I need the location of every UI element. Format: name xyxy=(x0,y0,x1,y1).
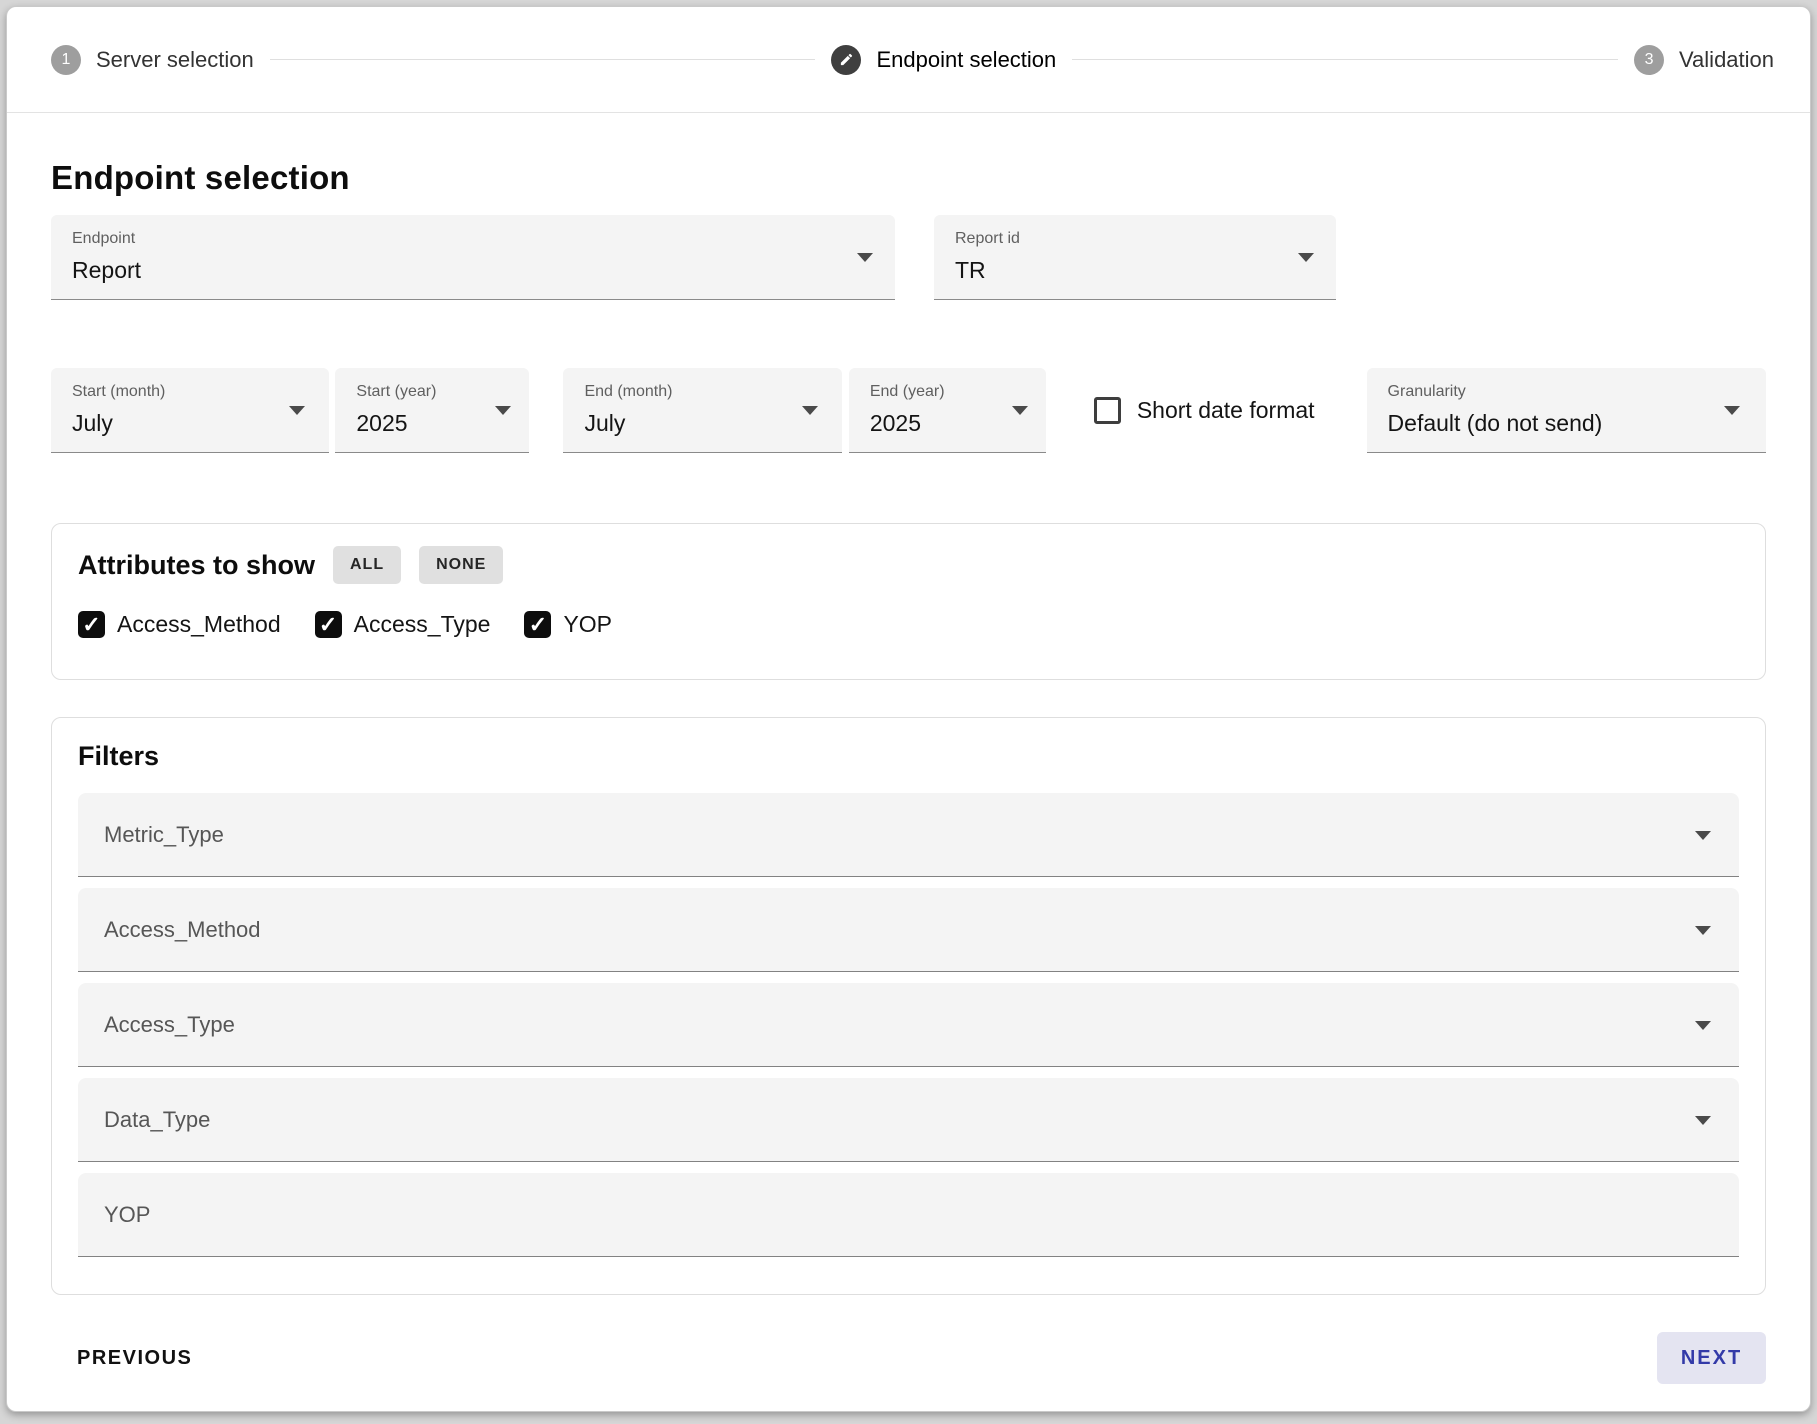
report-id-select-value: TR xyxy=(955,257,1286,284)
short-date-format-label: Short date format xyxy=(1137,397,1315,424)
filters-title: Filters xyxy=(78,741,159,771)
step-validation[interactable]: 3 Validation xyxy=(1634,45,1774,75)
wizard-footer: PREVIOUS NEXT xyxy=(51,1332,1766,1384)
filter-label: Metric_Type xyxy=(104,822,224,848)
step-1-number: 1 xyxy=(62,51,71,69)
attributes-card: Attributes to show ALL NONE Access_Metho… xyxy=(51,523,1766,680)
filter-data-type[interactable]: Data_Type xyxy=(78,1078,1739,1162)
attribute-checkbox-yop[interactable]: YOP xyxy=(524,611,612,638)
step-server-selection[interactable]: 1 Server selection xyxy=(51,45,254,75)
attributes-checkbox-row: Access_Method Access_Type YOP xyxy=(78,611,1739,638)
stepper-connector xyxy=(270,59,816,60)
attribute-label: YOP xyxy=(563,611,612,638)
granularity-value: Default (do not send) xyxy=(1388,410,1716,437)
page-title: Endpoint selection xyxy=(51,159,1766,197)
endpoint-row: Endpoint Report Report id TR xyxy=(51,215,1766,300)
attribute-label: Access_Method xyxy=(117,611,281,638)
attribute-label: Access_Type xyxy=(354,611,491,638)
attributes-title: Attributes to show xyxy=(78,550,315,581)
step-1-label: Server selection xyxy=(96,47,254,73)
start-year-label: Start (year) xyxy=(356,383,479,401)
end-year-value: 2025 xyxy=(870,410,996,437)
filter-label: Data_Type xyxy=(104,1107,210,1133)
end-month-value: July xyxy=(584,410,791,437)
step-3-number: 3 xyxy=(1645,51,1654,69)
select-all-button[interactable]: ALL xyxy=(333,546,401,584)
step-endpoint-selection[interactable]: Endpoint selection xyxy=(831,45,1056,75)
dropdown-arrow-icon xyxy=(1298,253,1314,262)
filter-yop-input[interactable]: YOP xyxy=(78,1173,1739,1257)
start-month-label: Start (month) xyxy=(72,383,279,401)
report-id-select[interactable]: Report id TR xyxy=(934,215,1336,300)
end-year-select[interactable]: End (year) 2025 xyxy=(849,368,1046,453)
filters-card: Filters Metric_Type Access_Method Access… xyxy=(51,717,1766,1295)
checkbox-checked-icon xyxy=(315,611,342,638)
step-2-label: Endpoint selection xyxy=(876,47,1056,73)
step-3-circle: 3 xyxy=(1634,45,1664,75)
endpoint-select-label: Endpoint xyxy=(72,230,845,248)
start-month-value: July xyxy=(72,410,279,437)
dropdown-arrow-icon xyxy=(1012,406,1028,415)
start-year-select[interactable]: Start (year) 2025 xyxy=(335,368,529,453)
attributes-header: Attributes to show ALL NONE xyxy=(78,546,1739,584)
stepper-connector xyxy=(1072,59,1618,60)
dropdown-arrow-icon xyxy=(1695,926,1711,935)
granularity-label: Granularity xyxy=(1388,383,1716,401)
checkbox-checked-icon xyxy=(524,611,551,638)
checkbox-checked-icon xyxy=(78,611,105,638)
pencil-icon xyxy=(839,52,854,67)
endpoint-select-value: Report xyxy=(72,257,845,284)
dropdown-arrow-icon xyxy=(802,406,818,415)
end-month-select[interactable]: End (month) July xyxy=(563,368,841,453)
dropdown-arrow-icon xyxy=(289,406,305,415)
start-year-value: 2025 xyxy=(356,410,479,437)
filter-access-type[interactable]: Access_Type xyxy=(78,983,1739,1067)
filter-label: Access_Type xyxy=(104,1012,235,1038)
short-date-format-checkbox[interactable]: Short date format xyxy=(1094,397,1315,424)
filter-access-method[interactable]: Access_Method xyxy=(78,888,1739,972)
next-button[interactable]: NEXT xyxy=(1657,1332,1766,1384)
step-1-circle: 1 xyxy=(51,45,81,75)
start-month-select[interactable]: Start (month) July xyxy=(51,368,329,453)
filter-label: YOP xyxy=(104,1202,150,1228)
filter-metric-type[interactable]: Metric_Type xyxy=(78,793,1739,877)
end-year-label: End (year) xyxy=(870,383,996,401)
stepper: 1 Server selection Endpoint selection 3 … xyxy=(7,7,1810,113)
dropdown-arrow-icon xyxy=(1695,1021,1711,1030)
filter-label: Access_Method xyxy=(104,917,261,943)
checkbox-unchecked-icon xyxy=(1094,397,1121,424)
granularity-select[interactable]: Granularity Default (do not send) xyxy=(1367,368,1766,453)
end-month-label: End (month) xyxy=(584,383,791,401)
endpoint-select[interactable]: Endpoint Report xyxy=(51,215,895,300)
dropdown-arrow-icon xyxy=(1695,831,1711,840)
step-3-label: Validation xyxy=(1679,47,1774,73)
dropdown-arrow-icon xyxy=(1695,1116,1711,1125)
date-row: Start (month) July Start (year) 2025 End… xyxy=(51,368,1766,453)
previous-button[interactable]: PREVIOUS xyxy=(51,1333,218,1384)
attribute-checkbox-access-method[interactable]: Access_Method xyxy=(78,611,281,638)
page-card: 1 Server selection Endpoint selection 3 … xyxy=(6,6,1811,1412)
step-2-circle xyxy=(831,45,861,75)
dropdown-arrow-icon xyxy=(495,406,511,415)
dropdown-arrow-icon xyxy=(1724,406,1740,415)
select-none-button[interactable]: NONE xyxy=(419,546,503,584)
dropdown-arrow-icon xyxy=(857,253,873,262)
attribute-checkbox-access-type[interactable]: Access_Type xyxy=(315,611,491,638)
report-id-select-label: Report id xyxy=(955,230,1286,248)
